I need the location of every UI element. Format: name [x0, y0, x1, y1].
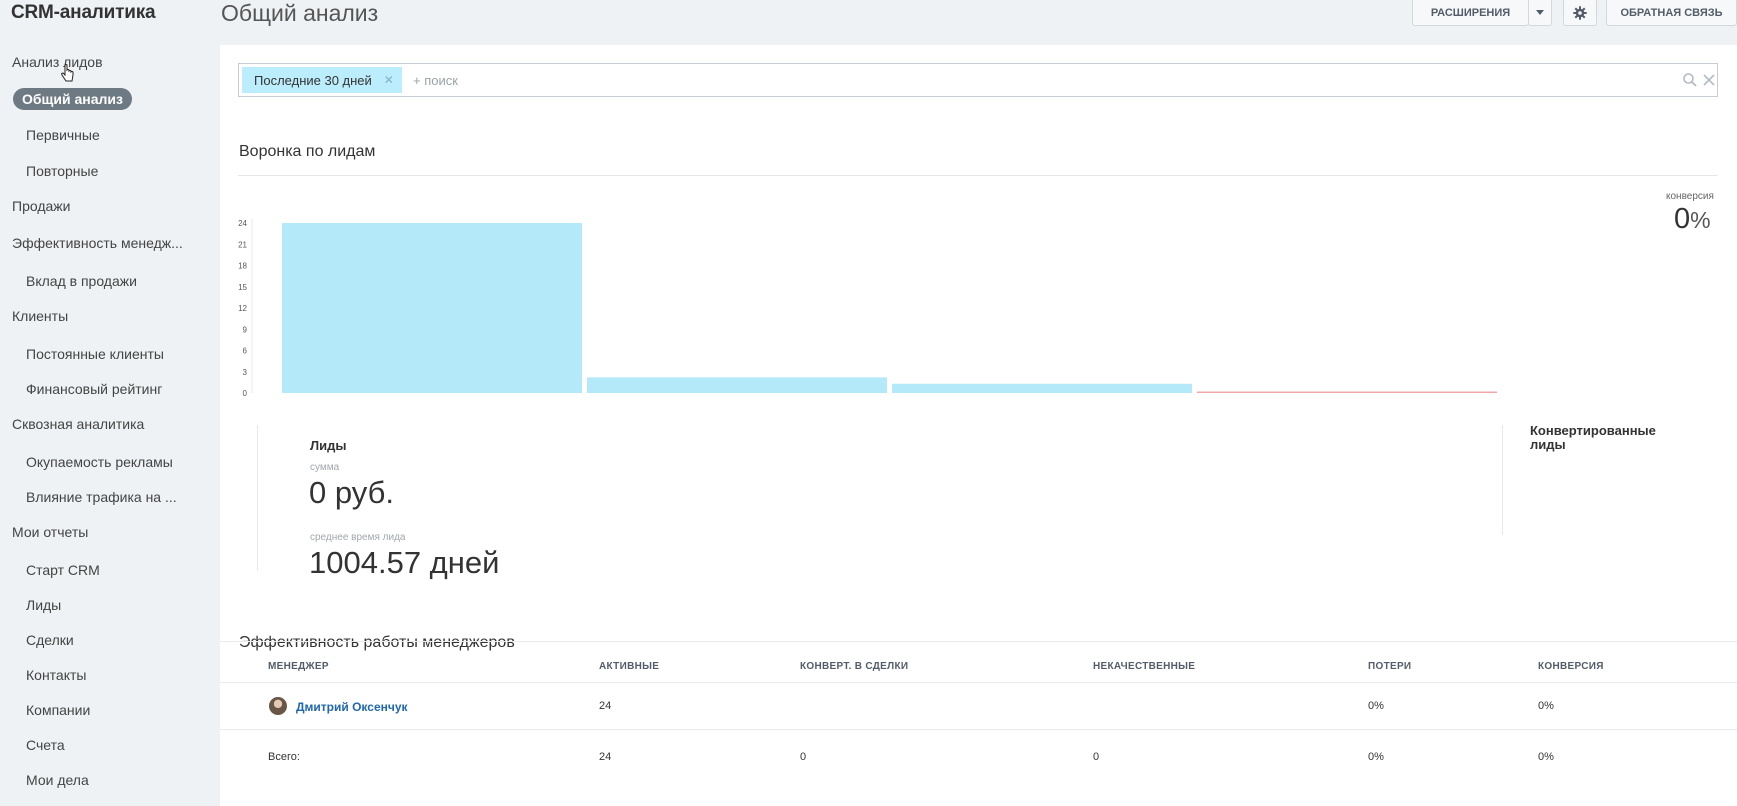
active-count: 24 [599, 700, 612, 712]
sidebar-item-deals[interactable]: Сделки [26, 632, 74, 648]
divider [257, 425, 258, 571]
extensions-button[interactable]: РАСШИРЕНИЯ [1412, 0, 1529, 26]
y-tick-label: 18 [238, 262, 247, 271]
column-header[interactable]: МЕНЕДЖЕР [268, 661, 329, 672]
divider [1502, 425, 1503, 535]
funnel-title: Воронка по лидам [239, 143, 376, 160]
settings-button[interactable] [1563, 0, 1597, 26]
column-header[interactable]: АКТИВНЫЕ [599, 661, 659, 672]
y-tick-label: 3 [243, 368, 248, 377]
sidebar-item-general-analysis[interactable]: Общий анализ [13, 88, 132, 110]
filter-bar: Последние 30 дней ✕ [238, 63, 1718, 97]
sidebar-item-companies[interactable]: Компании [26, 702, 90, 718]
divider [238, 175, 1718, 176]
sidebar-item-lead-analysis[interactable]: Анализ лидов [12, 54, 103, 70]
gear-icon [1573, 5, 1587, 20]
main-panel: Последние 30 дней ✕ Воронка по лидам кон… [220, 45, 1737, 806]
leads-label: Лиды [310, 438, 347, 453]
sidebar-item-ad-payback[interactable]: Окупаемость рекламы [26, 454, 173, 470]
funnel-chart: 0 3 6 9 12 15 18 21 24 [238, 219, 1497, 398]
sidebar-item-financial-rating[interactable]: Финансовый рейтинг [26, 381, 162, 397]
extensions-dropdown-button[interactable] [1528, 0, 1552, 26]
losses-value: 0% [1368, 700, 1384, 712]
column-header[interactable]: ПОТЕРИ [1368, 661, 1411, 672]
total-poor: 0 [1093, 751, 1100, 763]
y-tick-label: 15 [238, 283, 247, 292]
total-conversion: 0% [1538, 751, 1554, 763]
sidebar-item-leads[interactable]: Лиды [26, 597, 61, 613]
y-tick-label: 21 [238, 240, 247, 249]
avatar [269, 697, 287, 715]
y-tick-label: 24 [238, 219, 247, 228]
manager-name-link[interactable]: Дмитрий Оксенчук [296, 700, 408, 714]
conversion-cell: 0% [1538, 700, 1554, 712]
total-losses: 0% [1368, 751, 1384, 763]
y-tick-label: 0 [243, 389, 248, 398]
total-label: Всего: [268, 751, 300, 763]
sidebar-item-contacts[interactable]: Контакты [26, 667, 86, 683]
table-header: МЕНЕДЖЕР АКТИВНЫЕ КОНВЕРТ. В СДЕЛКИ НЕКА… [220, 641, 1737, 683]
funnel-bar[interactable] [282, 223, 582, 393]
table-total-row: Всего: 24 0 0 0% 0% [220, 730, 1737, 777]
sidebar-item-start-crm[interactable]: Старт CRM [26, 562, 100, 578]
sidebar-item-primary[interactable]: Первичные [26, 127, 100, 143]
column-header[interactable]: КОНВЕРСИЯ [1538, 661, 1604, 672]
feedback-label: ОБРАТНАЯ СВЯЗЬ [1620, 6, 1723, 19]
filter-chip-label: Последние 30 дней [254, 72, 372, 88]
column-header[interactable]: НЕКАЧЕСТВЕННЫЕ [1093, 661, 1195, 672]
page-title: Общий анализ [221, 0, 379, 26]
sidebar-item-traffic-impact[interactable]: Влияние трафика на ... [26, 489, 177, 505]
extensions-label: РАСШИРЕНИЯ [1430, 6, 1511, 19]
sidebar-item-sales-contribution[interactable]: Вклад в продажи [26, 273, 137, 289]
total-active: 24 [599, 751, 612, 763]
avg-time-label: среднее время лида [310, 532, 406, 543]
sidebar-item-repeat[interactable]: Повторные [26, 163, 98, 179]
sidebar-item-clients[interactable]: Клиенты [12, 308, 68, 324]
sum-value: 0 руб. [309, 475, 394, 510]
sidebar-item-regular-clients[interactable]: Постоянные клиенты [26, 346, 164, 362]
app-title: CRM-аналитика [11, 2, 156, 23]
y-tick-label: 12 [238, 304, 247, 313]
close-icon[interactable]: ✕ [384, 73, 394, 87]
search-icon[interactable] [1682, 72, 1698, 88]
sidebar: CRM-аналитика Анализ лидов Общий анализ … [0, 0, 220, 806]
chevron-down-icon [1536, 10, 1544, 15]
sidebar-item-my-tasks[interactable]: Мои дела [26, 772, 89, 788]
feedback-button[interactable]: ОБРАТНАЯ СВЯЗЬ [1606, 0, 1737, 26]
filter-chip[interactable]: Последние 30 дней ✕ [242, 67, 402, 93]
sum-label: сумма [310, 462, 340, 473]
funnel-bar[interactable] [1197, 391, 1497, 394]
y-tick-label: 6 [243, 347, 248, 356]
conversion-label: конверсия [1666, 191, 1714, 202]
total-converted: 0 [800, 751, 807, 763]
converted-leads-label: Конвертированные лиды [1530, 423, 1656, 452]
funnel-bar[interactable] [587, 377, 887, 393]
sidebar-item-manager-efficiency[interactable]: Эффективность менедж... [12, 235, 183, 251]
sidebar-item-sales[interactable]: Продажи [12, 198, 70, 214]
y-tick-label: 9 [243, 325, 248, 334]
sidebar-item-invoices[interactable]: Счета [26, 737, 65, 753]
avg-time-value: 1004.57 дней [309, 545, 500, 580]
table-row: Дмитрий Оксенчук 24 0% 0% [220, 683, 1737, 730]
sidebar-item-end-to-end-analytics[interactable]: Сквозная аналитика [12, 416, 144, 432]
hand-cursor-icon [61, 64, 74, 82]
close-icon[interactable] [1701, 72, 1717, 88]
search-input[interactable] [413, 70, 1613, 90]
funnel-bar[interactable] [892, 383, 1192, 393]
column-header[interactable]: КОНВЕРТ. В СДЕЛКИ [800, 661, 908, 672]
sidebar-item-my-reports[interactable]: Мои отчеты [12, 524, 88, 540]
